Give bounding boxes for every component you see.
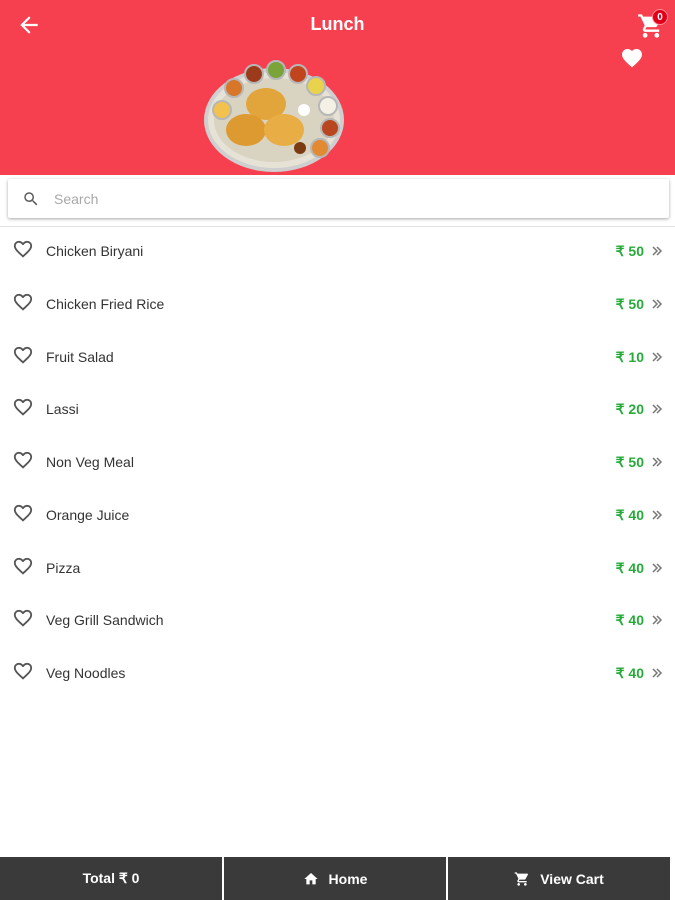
item-price: ₹ 50 xyxy=(615,295,644,312)
item-price: ₹ 40 xyxy=(615,559,644,576)
item-name: Chicken Biryani xyxy=(46,243,144,259)
item-name: Pizza xyxy=(46,559,81,576)
menu-list: Chicken Biryani ₹ 50 Chicken Fried Rice ₹ 5… xyxy=(0,225,675,700)
cart-icon xyxy=(514,871,529,886)
home-icon xyxy=(303,872,318,884)
menu-item[interactable]: Orange Juice ₹ 40 xyxy=(0,489,675,542)
double-chevron-right-icon xyxy=(652,562,663,573)
home-label: Home xyxy=(328,870,368,887)
menu-item[interactable]: Pizza ₹ 40 xyxy=(0,542,675,595)
menu-item[interactable]: Veg Grill Sandwich ₹ 40 xyxy=(0,594,675,647)
item-price: ₹ 40 xyxy=(615,665,644,681)
heart-outline-icon[interactable] xyxy=(12,609,34,629)
item-price: ₹ 40 xyxy=(615,506,644,523)
app-header: Lunch 0 xyxy=(0,0,675,175)
heart-outline-icon[interactable] xyxy=(12,398,34,418)
item-name: Orange Juice xyxy=(46,506,130,523)
heart-outline-icon[interactable] xyxy=(12,662,34,682)
menu-item[interactable]: Veg Noodles ₹ 40 xyxy=(0,647,675,700)
total-button[interactable]: Total ₹ 0 xyxy=(0,857,222,900)
heart-outline-icon[interactable] xyxy=(12,504,34,524)
double-chevron-right-icon xyxy=(652,668,663,678)
double-chevron-right-icon xyxy=(652,246,663,256)
page-title: Lunch xyxy=(310,14,365,34)
heart-outline-icon[interactable] xyxy=(12,557,34,577)
app-root: Lunch 0 Search Chicken Biryani ₹ 50 Chic… xyxy=(0,0,675,900)
item-name: Chicken Fried Rice xyxy=(46,295,165,312)
cart-count-badge: 0 xyxy=(652,9,668,25)
double-chevron-right-icon xyxy=(652,351,663,362)
item-price: ₹ 50 xyxy=(615,243,644,259)
search-input[interactable] xyxy=(54,185,644,212)
view-cart-label: View Cart xyxy=(540,870,604,887)
item-name: Veg Noodles xyxy=(46,665,126,681)
search-icon xyxy=(24,192,38,206)
heart-outline-icon[interactable] xyxy=(12,346,34,366)
search-bar xyxy=(8,179,669,218)
menu-item[interactable]: Non Veg Meal ₹ 50 xyxy=(0,436,675,489)
menu-item[interactable]: Fruit Salad ₹ 10 xyxy=(0,331,675,384)
heart-outline-icon[interactable] xyxy=(12,240,34,260)
thali-banner-image xyxy=(204,60,344,172)
double-chevron-right-icon xyxy=(652,615,663,625)
item-name: Non Veg Meal xyxy=(46,454,134,470)
item-name: Fruit Salad xyxy=(46,348,114,365)
item-name: Veg Grill Sandwich xyxy=(46,612,164,629)
heart-outline-icon[interactable] xyxy=(12,293,34,313)
double-chevron-right-icon xyxy=(652,404,663,414)
menu-item[interactable]: Lassi ₹ 20 xyxy=(0,383,675,436)
view-cart-button[interactable]: View Cart xyxy=(448,857,670,900)
favorite-heart-icon[interactable] xyxy=(620,48,644,70)
item-price: ₹ 20 xyxy=(615,401,644,418)
item-price: ₹ 40 xyxy=(615,612,644,629)
item-price: ₹ 10 xyxy=(615,348,644,365)
bottom-bar: Total ₹ 0 Home View Cart xyxy=(0,857,675,900)
total-label: Total ₹ 0 xyxy=(82,870,140,886)
menu-item[interactable]: Chicken Biryani ₹ 50 xyxy=(0,225,675,278)
double-chevron-right-icon xyxy=(652,299,663,309)
heart-outline-icon[interactable] xyxy=(12,451,34,471)
item-price: ₹ 50 xyxy=(615,454,644,470)
menu-item[interactable]: Chicken Fried Rice ₹ 50 xyxy=(0,278,675,331)
item-name: Lassi xyxy=(46,401,79,418)
double-chevron-right-icon xyxy=(652,457,663,467)
double-chevron-right-icon xyxy=(652,510,663,520)
home-button[interactable]: Home xyxy=(224,857,446,900)
